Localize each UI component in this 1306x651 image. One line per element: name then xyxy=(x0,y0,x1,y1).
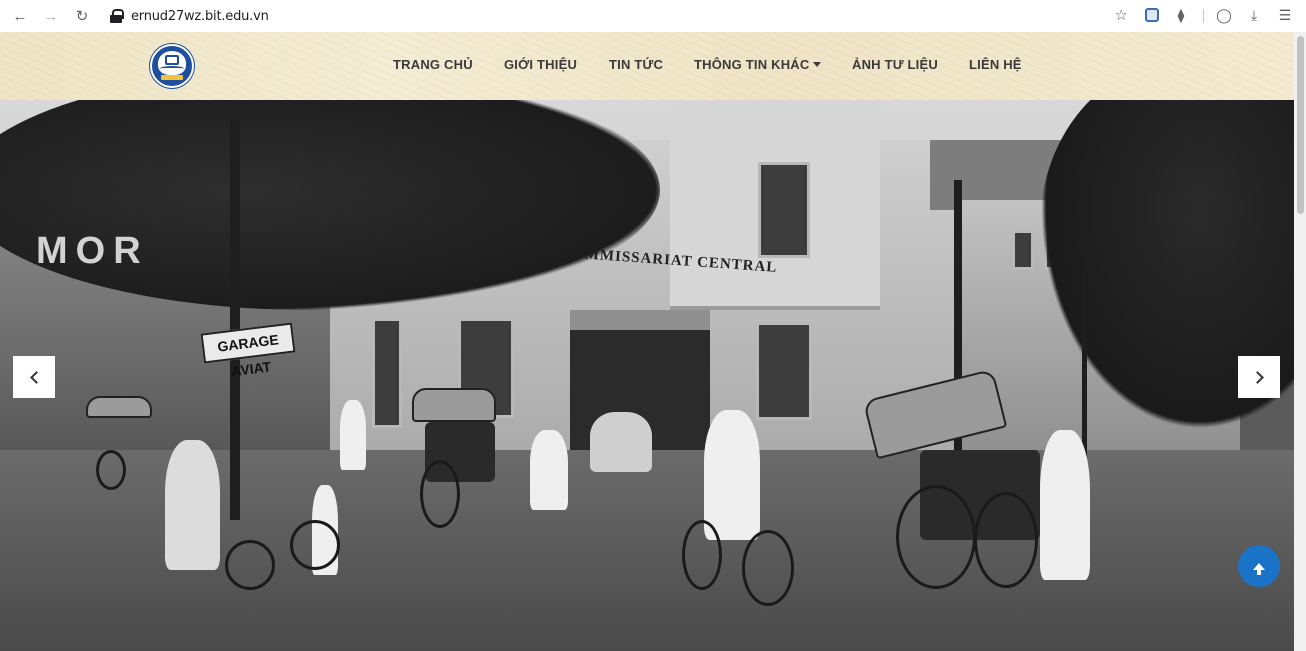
star-icon[interactable]: ☆ xyxy=(1115,6,1128,24)
download-icon[interactable]: ⤓ xyxy=(1245,6,1263,24)
nav-item-home[interactable]: TRANG CHỦ xyxy=(393,57,473,72)
slider-prev-button[interactable] xyxy=(13,356,55,398)
menu-icon[interactable]: ☰ xyxy=(1276,6,1294,24)
page: TRANG CHỦ GIỚI THIỆU TIN TỨC THÔNG TIN K… xyxy=(0,32,1294,651)
chevron-left-icon xyxy=(29,370,43,384)
back-to-top-button[interactable] xyxy=(1238,545,1280,587)
lock-icon[interactable] xyxy=(110,9,124,23)
hero-slider: COMMISSARIAT CENTRAL MOR GARAGE AVIAT xyxy=(0,100,1294,651)
profile-icon[interactable]: ◯ xyxy=(1215,6,1233,24)
nav-item-contact[interactable]: LIÊN HỆ xyxy=(969,57,1022,72)
slider-next-button[interactable] xyxy=(1238,356,1280,398)
nav-item-other-info[interactable]: THÔNG TIN KHÁC xyxy=(694,57,822,72)
address-bar[interactable]: ernud27wz.bit.edu.vn ☆ xyxy=(102,3,1132,29)
reload-icon[interactable]: ↻ xyxy=(71,5,93,27)
url-text[interactable]: ernud27wz.bit.edu.vn xyxy=(131,9,269,24)
puzzle-icon[interactable]: ⧫ xyxy=(1172,6,1190,24)
caret-down-icon xyxy=(813,62,822,67)
nav-item-other-info-label: THÔNG TIN KHÁC xyxy=(694,57,810,72)
toolbar-divider xyxy=(1203,9,1204,23)
nav-item-about[interactable]: GIỚI THIỆU xyxy=(504,57,577,72)
site-header: TRANG CHỦ GIỚI THIỆU TIN TỨC THÔNG TIN K… xyxy=(0,32,1294,100)
photo-sign-shop: MOR xyxy=(36,230,149,272)
browser-toolbar: ← → ↻ ernud27wz.bit.edu.vn ☆ ⧫ ◯ ⤓ ☰ xyxy=(0,0,1306,32)
hero-photo: COMMISSARIAT CENTRAL MOR GARAGE AVIAT xyxy=(0,100,1294,651)
nav-item-news[interactable]: TIN TỨC xyxy=(609,57,663,72)
chevron-right-icon xyxy=(1250,370,1264,384)
back-icon[interactable]: ← xyxy=(9,5,31,27)
extension-icon[interactable] xyxy=(1143,6,1161,24)
site-logo[interactable] xyxy=(150,44,194,88)
forward-icon[interactable]: → xyxy=(40,5,62,27)
arrow-up-icon xyxy=(1253,562,1265,575)
nav-item-photo-archive[interactable]: ẢNH TƯ LIỆU xyxy=(852,57,938,72)
scrollbar-thumb[interactable] xyxy=(1297,36,1304,214)
